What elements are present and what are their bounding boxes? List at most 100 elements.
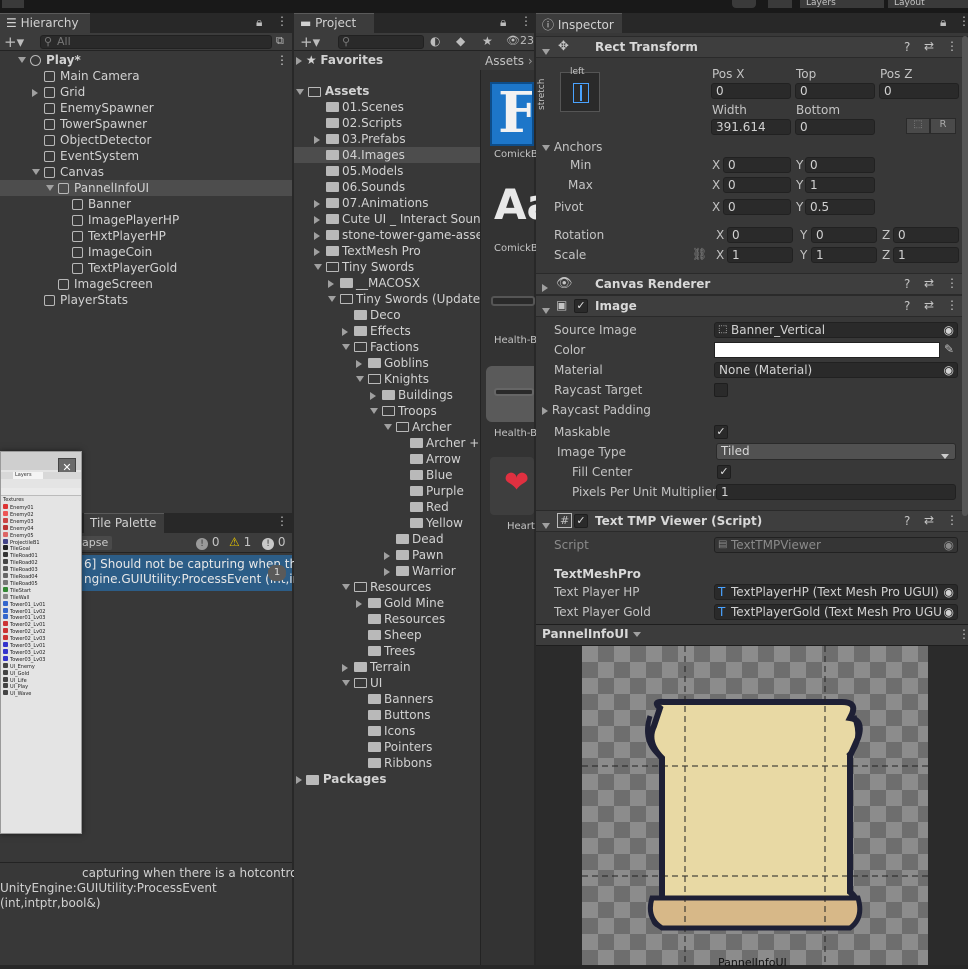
collapse-arrow-icon[interactable]	[342, 344, 350, 350]
scale-z-field[interactable]: 1	[893, 247, 959, 263]
project-folder-item[interactable]: __MACOSX	[294, 275, 480, 291]
project-folder-item[interactable]: stone-tower-game-asse	[294, 227, 480, 243]
posx-field[interactable]: 0	[711, 83, 791, 99]
expand-arrow-icon[interactable]	[384, 568, 390, 576]
project-folder-item[interactable]: Pointers	[294, 739, 480, 755]
project-menu-icon[interactable]: ⋮	[520, 14, 532, 28]
project-folder-item[interactable]: Cute UI _ Interact Sound	[294, 211, 480, 227]
project-folder-item[interactable]: Troops	[294, 403, 480, 419]
tab-project[interactable]: ▬ Project	[294, 13, 374, 33]
collapse-arrow-icon[interactable]	[314, 264, 322, 270]
min-y-field[interactable]: 0	[805, 157, 875, 173]
component-menu-icon[interactable]: ⋮	[946, 39, 958, 53]
lock-icon[interactable]: 🔒︎	[256, 15, 262, 30]
expand-arrow-icon[interactable]	[328, 280, 334, 288]
collapse-arrow-icon[interactable]	[342, 680, 350, 686]
canvas-renderer-header[interactable]: 👁︎ Canvas Renderer ? ⇄ ⋮	[536, 273, 968, 295]
rot-z-field[interactable]: 0	[893, 227, 959, 243]
hidden-packages-icon[interactable]: 👁︎23	[506, 34, 534, 47]
project-folder-item[interactable]: Effects	[294, 323, 480, 339]
healthbar-thumbnail-1[interactable]	[491, 296, 535, 306]
assets-root-row[interactable]: Assets	[296, 83, 369, 99]
popup-layers-dropdown[interactable]: Layers	[13, 472, 43, 479]
add-icon[interactable]: +▾	[4, 33, 24, 51]
image-component-header[interactable]: ▣ ✓ Image ? ⇄ ⋮	[536, 295, 968, 317]
hierarchy-item[interactable]: Grid	[0, 84, 292, 100]
expand-arrow-icon[interactable]	[314, 200, 320, 208]
filter-by-type-icon[interactable]: ◐	[430, 34, 440, 48]
project-add-icon[interactable]: +▾	[300, 33, 320, 51]
collapse-arrow-icon[interactable]	[356, 376, 364, 382]
preset-icon[interactable]: ⇄	[924, 276, 934, 290]
expand-arrow-icon[interactable]	[314, 232, 320, 240]
popup-asset-item[interactable]: UI_Wave	[3, 690, 31, 697]
max-y-field[interactable]: 1	[805, 177, 875, 193]
pivot-x-field[interactable]: 0	[723, 199, 791, 215]
layout-dropdown[interactable]: Layout	[888, 0, 968, 8]
expand-arrow-icon[interactable]	[314, 136, 320, 144]
project-folder-item[interactable]: Knights	[294, 371, 480, 387]
object-picker-icon[interactable]: ◉	[941, 585, 954, 599]
expand-arrow-icon[interactable]	[384, 552, 390, 560]
anchor-presets-button[interactable]	[560, 72, 600, 112]
pivot-y-field[interactable]: 0.5	[805, 199, 875, 215]
object-picker-icon[interactable]: ◉	[941, 605, 954, 619]
project-search-input[interactable]: ⚲	[338, 35, 424, 49]
project-folder-item[interactable]: Red	[294, 499, 480, 515]
rot-y-field[interactable]: 0	[811, 227, 877, 243]
text-player-hp-field[interactable]: T TextPlayerHP (Text Mesh Pro UGUI) ◉	[714, 584, 958, 600]
hierarchy-item[interactable]: TextPlayerHP	[0, 228, 292, 244]
hierarchy-item[interactable]: Banner	[0, 196, 292, 212]
hierarchy-item[interactable]: EventSystem	[0, 148, 292, 164]
scale-x-field[interactable]: 1	[727, 247, 793, 263]
collapse-arrow-icon[interactable]	[328, 296, 336, 302]
breadcrumb[interactable]: Assets ›	[480, 52, 534, 70]
hierarchy-item[interactable]: PannelInfoUI	[0, 180, 292, 196]
project-folder-item[interactable]: 06.Sounds	[294, 179, 480, 195]
tab-hierarchy[interactable]: ☰ Hierarchy	[0, 13, 90, 33]
rot-x-field[interactable]: 0	[727, 227, 793, 243]
error-filter-button[interactable]: ! 0	[262, 535, 285, 550]
object-picker-icon[interactable]: ◉	[944, 323, 954, 337]
min-x-field[interactable]: 0	[723, 157, 791, 173]
collapse-arrow-icon[interactable]	[370, 408, 378, 414]
project-folder-item[interactable]: Buttons	[294, 707, 480, 723]
popup-search[interactable]	[1, 488, 81, 496]
hierarchy-item[interactable]: ObjectDetector	[0, 132, 292, 148]
expand-arrow-icon[interactable]	[314, 216, 320, 224]
warning-filter-button[interactable]: ⚠ 1	[229, 535, 251, 549]
width-field[interactable]: 391.614	[711, 119, 791, 135]
inspector-menu-icon[interactable]: ⋮	[958, 14, 968, 28]
project-folder-item[interactable]: 03.Prefabs	[294, 131, 480, 147]
expand-arrow-icon[interactable]	[342, 328, 348, 336]
packages-root-row[interactable]: Packages	[296, 771, 386, 787]
fill-center-checkbox[interactable]: ✓	[717, 465, 731, 479]
project-folder-item[interactable]: Ribbons	[294, 755, 480, 771]
project-folder-item[interactable]: Warrior	[294, 563, 480, 579]
project-folder-item[interactable]: 01.Scenes	[294, 99, 480, 115]
account-button[interactable]	[2, 0, 24, 8]
max-x-field[interactable]: 0	[723, 177, 791, 193]
search-options-icon[interactable]: ⧉	[276, 34, 284, 48]
project-folder-item[interactable]: Pawn	[294, 547, 480, 563]
project-folder-item[interactable]: Terrain	[294, 659, 480, 675]
preview-title-dropdown[interactable]: PannelInfoUI	[542, 627, 641, 641]
inspector-lock-icon[interactable]: 🔒︎	[940, 15, 946, 30]
heart-icon[interactable]: ❤	[490, 457, 534, 515]
project-folder-item[interactable]: Arrow	[294, 451, 480, 467]
blueprint-mode-button[interactable]: ⬚	[906, 118, 930, 134]
object-picker-icon[interactable]: ◉	[944, 363, 954, 377]
tab-tile-palette[interactable]: Tile Palette	[84, 513, 164, 533]
font-asset-thumbnail[interactable]: F	[490, 82, 534, 146]
maskable-checkbox[interactable]: ✓	[714, 425, 728, 439]
project-folder-item[interactable]: Dead	[294, 531, 480, 547]
expand-arrow-icon[interactable]	[314, 248, 320, 256]
raycast-padding-row[interactable]: Raycast Padding	[542, 403, 651, 417]
raycast-target-checkbox[interactable]	[714, 383, 728, 397]
project-folder-item[interactable]: Goblins	[294, 355, 480, 371]
component-menu-icon[interactable]: ⋮	[946, 513, 958, 527]
project-folder-item[interactable]: TextMesh Pro	[294, 243, 480, 259]
hierarchy-item[interactable]: ImagePlayerHP	[0, 212, 292, 228]
component-menu-icon[interactable]: ⋮	[946, 298, 958, 312]
info-filter-button[interactable]: ! 0	[196, 535, 219, 550]
